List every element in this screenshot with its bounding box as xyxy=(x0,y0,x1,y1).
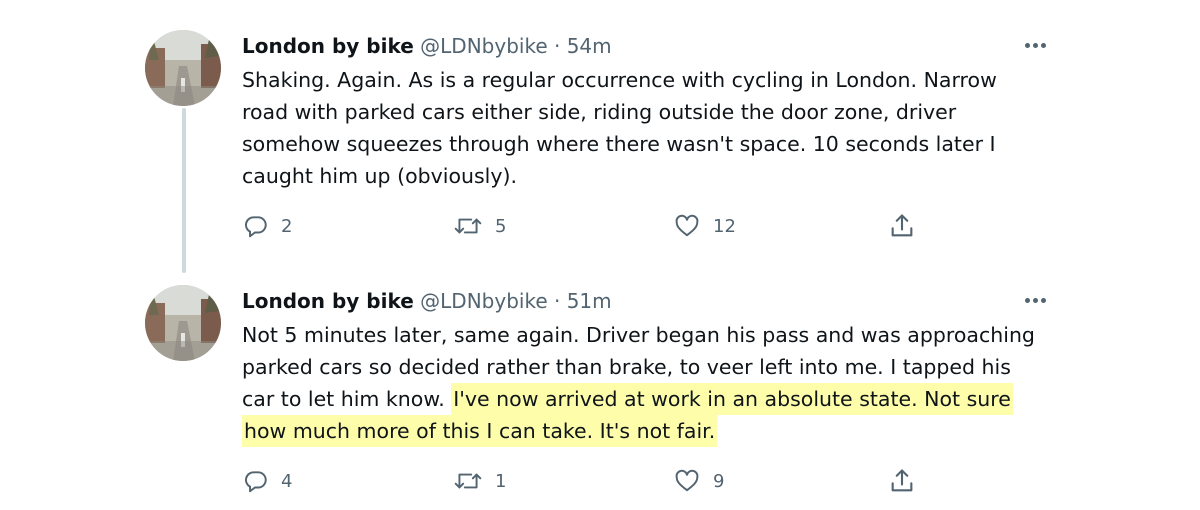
share-icon xyxy=(891,214,913,237)
share-button[interactable] xyxy=(888,463,916,499)
tweet-header: London by bike @LDNbybike · 54m xyxy=(242,30,612,62)
share-button[interactable] xyxy=(888,208,916,244)
share-icon xyxy=(891,469,913,492)
retweet-icon xyxy=(454,218,482,234)
like-button[interactable]: 12 xyxy=(673,208,736,244)
tweet-header: London by bike @LDNbybike · 51m xyxy=(242,285,612,317)
like-button[interactable]: 9 xyxy=(673,463,724,499)
separator-dot: · xyxy=(553,289,561,313)
reply-count: 4 xyxy=(281,470,293,492)
separator-dot: · xyxy=(553,34,561,58)
reply-button[interactable]: 2 xyxy=(243,208,292,244)
tweet-text-plain: Shaking. Again. As is a regular occurren… xyxy=(242,68,997,188)
retweet-button[interactable]: 1 xyxy=(453,463,506,499)
user-handle[interactable]: @LDNbybike xyxy=(420,34,547,58)
tweet-text: Not 5 minutes later, same again. Driver … xyxy=(242,319,1042,447)
reply-button[interactable]: 4 xyxy=(243,463,292,499)
timestamp[interactable]: 54m xyxy=(567,34,612,58)
like-count: 9 xyxy=(713,470,725,492)
timestamp[interactable]: 51m xyxy=(567,289,612,313)
retweet-count: 1 xyxy=(495,470,507,492)
avatar[interactable] xyxy=(145,30,221,106)
tweet-text: Shaking. Again. As is a regular occurren… xyxy=(242,64,1042,192)
like-count: 12 xyxy=(713,215,736,237)
tweet[interactable]: London by bike @LDNbybike · 54m Shaking.… xyxy=(0,0,1200,255)
like-icon xyxy=(675,214,699,237)
display-name[interactable]: London by bike xyxy=(242,34,414,58)
display-name[interactable]: London by bike xyxy=(242,289,414,313)
reply-icon xyxy=(245,471,267,493)
more-icon[interactable] xyxy=(1020,285,1050,315)
retweet-count: 5 xyxy=(495,215,507,237)
more-icon[interactable] xyxy=(1020,30,1050,60)
reply-icon xyxy=(245,216,267,238)
tweet[interactable]: London by bike @LDNbybike · 51m Not 5 mi… xyxy=(0,255,1200,510)
like-icon xyxy=(675,469,699,492)
retweet-button[interactable]: 5 xyxy=(453,208,506,244)
retweet-icon xyxy=(454,473,482,489)
avatar[interactable] xyxy=(145,285,221,361)
reply-count: 2 xyxy=(281,215,293,237)
user-handle[interactable]: @LDNbybike xyxy=(420,289,547,313)
